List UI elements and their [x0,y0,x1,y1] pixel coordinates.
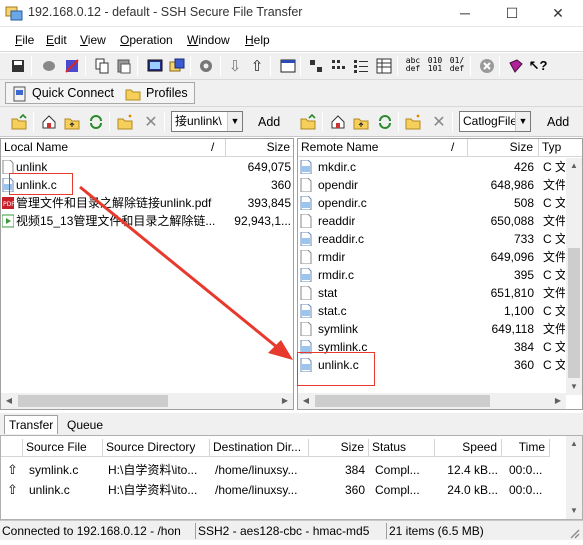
transfer-arrow-annotation [79,185,293,360]
